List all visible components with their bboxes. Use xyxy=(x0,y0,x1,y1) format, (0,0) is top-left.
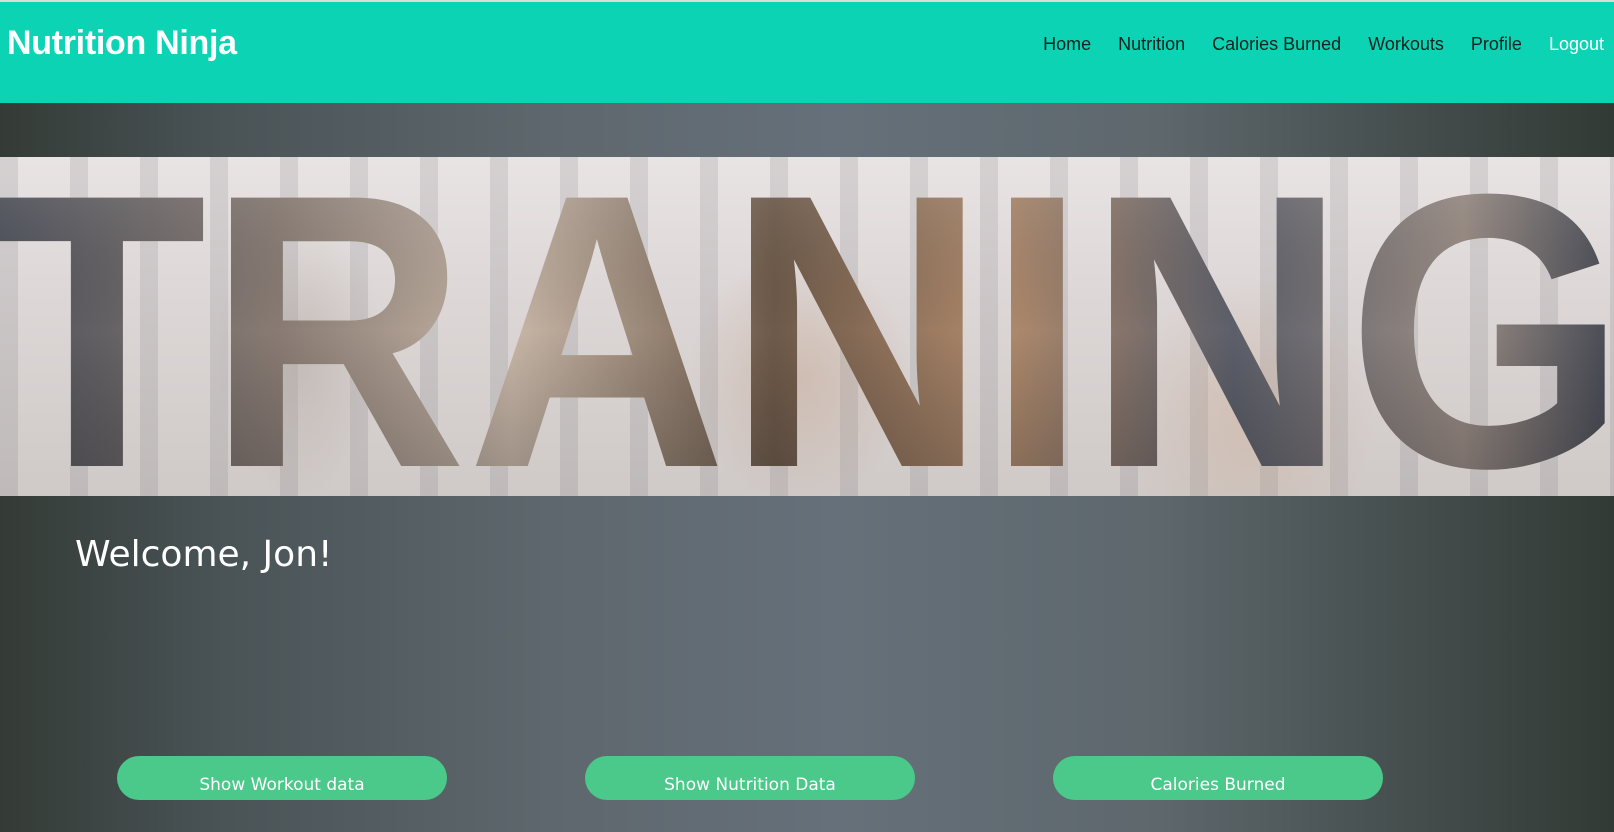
nav-links: Home Nutrition Calories Burned Workouts … xyxy=(1016,32,1604,56)
show-workout-data-button[interactable]: Show Workout data xyxy=(117,756,447,800)
nav-link-nutrition[interactable]: Nutrition xyxy=(1118,32,1185,56)
nav-link-home[interactable]: Home xyxy=(1043,32,1091,56)
brand-logo[interactable]: Nutrition Ninja xyxy=(7,22,237,64)
nav-link-profile[interactable]: Profile xyxy=(1471,32,1522,56)
nav-link-calories-burned[interactable]: Calories Burned xyxy=(1212,32,1341,56)
show-nutrition-data-button[interactable]: Show Nutrition Data xyxy=(585,756,915,800)
navbar: Nutrition Ninja Home Nutrition Calories … xyxy=(0,2,1614,103)
nav-link-workouts[interactable]: Workouts xyxy=(1368,32,1444,56)
banner-text-shade: TRANING xyxy=(0,157,1614,496)
welcome-heading: Welcome, Jon! xyxy=(75,534,333,575)
hero-banner: TRANING TRANING xyxy=(0,157,1614,496)
nav-link-logout[interactable]: Logout xyxy=(1549,32,1604,56)
banner-graphic: TRANING TRANING xyxy=(0,157,1614,496)
calories-burned-button[interactable]: Calories Burned xyxy=(1053,756,1383,800)
